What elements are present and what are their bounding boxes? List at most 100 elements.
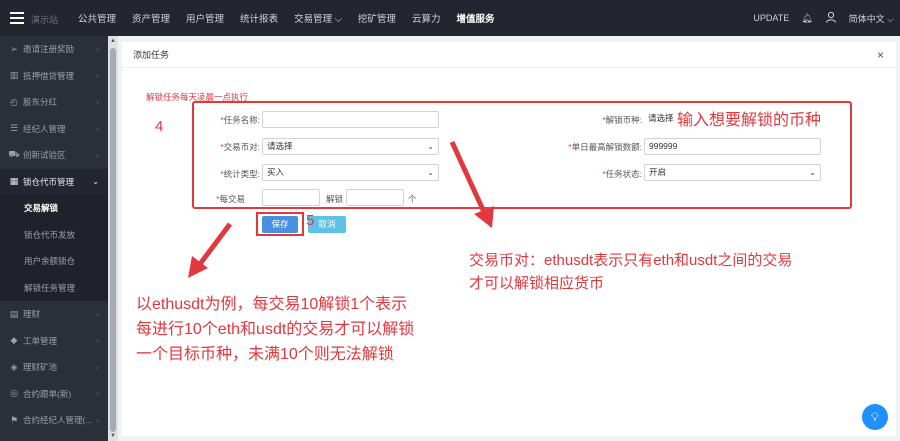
chevron-down-icon: ⌵: [334, 14, 342, 25]
sidebar-item-invite[interactable]: ➢ 邀请注册奖励 ›: [0, 36, 108, 63]
sidebar-item-label: 合约跟单(新): [23, 388, 72, 399]
chevron-right-icon: ›: [96, 97, 99, 107]
chevron-right-icon: ›: [96, 309, 99, 319]
sidebar-item-label: 邀请注册奖励: [23, 44, 75, 55]
clock-icon: ◴: [10, 96, 18, 107]
sidebar-item-label: 理财: [23, 309, 41, 320]
chevron-down-icon: ⌄: [427, 142, 434, 151]
sidebar-scrollbar[interactable]: ▲ ▼: [108, 36, 118, 441]
stat-type-label-text: 统计类型:: [223, 169, 260, 179]
nav-cloud[interactable]: 云算力: [404, 11, 449, 25]
stat-type-select[interactable]: 买入 ⌄: [262, 164, 439, 181]
sidebar-item-contract-broker[interactable]: ⚑ 合约经纪人管理(... ›: [0, 407, 108, 434]
language-select[interactable]: 简体中文 ⌵: [849, 12, 894, 25]
diamond-icon: ◆: [10, 335, 18, 346]
per-trade-input[interactable]: [262, 189, 320, 206]
chevron-right-icon: ›: [96, 150, 99, 160]
chart-icon: ▥: [9, 70, 19, 81]
chevron-right-icon: ›: [96, 71, 99, 81]
nav-right: UPDATE 🔔︎ 简体中文 ⌵: [753, 0, 894, 36]
task-name-label-text: 任务名称:: [223, 115, 260, 125]
status-select[interactable]: 开启 ⌄: [644, 164, 821, 181]
nav-assets[interactable]: 资产管理: [124, 11, 178, 25]
broker-icon: ⚑: [9, 414, 19, 425]
sidebar-item-label: 抵押借贷管理: [23, 70, 75, 81]
sidebar-item-dividend[interactable]: ◴ 股东分红 ›: [0, 89, 108, 116]
nav-mining[interactable]: 挖矿管理: [350, 11, 404, 25]
panel-header: 添加任务 ×: [122, 42, 896, 68]
annotation-step-5: 5: [306, 212, 315, 229]
daily-max-label-text: 单日最高解锁数额:: [571, 142, 642, 152]
sidebar-sub-token-issue[interactable]: 锁仓代币发放: [0, 221, 108, 248]
doc-icon: ▤: [9, 308, 19, 319]
arrow-to-example: [188, 222, 232, 278]
sidebar-item-tickets[interactable]: ◆ 工单管理 ›: [0, 328, 108, 355]
menu-icon[interactable]: [10, 12, 24, 24]
chevron-right-icon: ›: [96, 124, 99, 134]
scroll-thumb[interactable]: [110, 48, 116, 432]
task-name-label: *任务名称:: [190, 114, 260, 126]
sidebar-item-lock-token[interactable]: ▦ 锁仓代币管理 ⌄: [0, 168, 108, 195]
sidebar-item-label: 工单管理: [23, 335, 58, 346]
nav-value-added[interactable]: 增值服务: [448, 11, 502, 25]
status-label-text: 任务状态:: [605, 169, 642, 179]
pair-select[interactable]: 请选择 ⌄: [262, 138, 439, 155]
status-value: 开启: [649, 167, 667, 177]
chevron-right-icon: ›: [96, 415, 99, 425]
tag-icon: ◈: [10, 361, 18, 372]
sidebar-item-pool[interactable]: ◈ 理财矿池 ›: [0, 354, 108, 381]
nav-trade[interactable]: 交易管理 ⌵: [286, 11, 350, 25]
annotation-pair-line-1: 交易币对：ethusdt表示只有eth和usdt之间的交易: [469, 252, 793, 269]
sidebar-sub-trade-unlock[interactable]: 交易解锁: [0, 195, 108, 222]
chevron-down-icon: ⌄: [809, 168, 816, 177]
annotation-example-line-1: 以ethusdt为例，每交易10解锁1个表示: [136, 296, 408, 313]
chevron-down-icon: ⌄: [427, 168, 434, 177]
chevron-right-icon: ›: [96, 44, 99, 54]
table-icon: ▦: [9, 176, 19, 187]
sidebar-item-innovation[interactable]: ⛟ 创新试验区 ›: [0, 142, 108, 169]
update-link[interactable]: UPDATE: [753, 13, 789, 23]
unlock-label: 解锁: [326, 194, 344, 204]
nav-reports[interactable]: 统计报表: [232, 11, 286, 25]
nav-public[interactable]: 公共管理: [70, 11, 124, 25]
lightbulb-icon[interactable]: 💡︎: [862, 404, 888, 430]
daily-max-input[interactable]: 999999: [644, 138, 821, 155]
daily-max-label: *单日最高解锁数额:: [548, 141, 642, 153]
scroll-up-icon[interactable]: ▲: [110, 38, 116, 44]
nav-trade-label: 交易管理: [294, 14, 333, 25]
nav-users[interactable]: 用户管理: [178, 11, 232, 25]
task-name-input[interactable]: [262, 111, 439, 128]
user-icon[interactable]: [825, 11, 837, 25]
sidebar-item-loan[interactable]: ▥ 抵押借贷管理 ›: [0, 63, 108, 90]
sidebar-item-finance[interactable]: ▤ 理财 ›: [0, 301, 108, 328]
sidebar-item-label: 合约经纪人管理(...: [23, 415, 93, 426]
send-icon: ➢: [10, 43, 18, 54]
sidebar-item-copy-trade[interactable]: ◎ 合约跟单(新) ›: [0, 381, 108, 408]
annotation-pair-line-2: 才可以解锁相应货币: [469, 275, 605, 292]
annotation-example-line-3: 一个目标币种，未满10个则无法解锁: [136, 346, 394, 363]
main-nav: 公共管理 资产管理 用户管理 统计报表 交易管理 ⌵ 挖矿管理 云算力 增值服务: [70, 0, 502, 36]
annotation-step-4: 4: [155, 118, 164, 135]
close-icon[interactable]: ×: [877, 48, 884, 62]
scroll-down-icon[interactable]: ▼: [110, 433, 116, 439]
bell-icon[interactable]: 🔔︎: [801, 13, 812, 24]
pair-label-text: 交易币对:: [223, 142, 260, 152]
unlock-amount-input[interactable]: [346, 189, 404, 206]
sidebar-sub-unlock-tasks[interactable]: 解锁任务管理: [0, 274, 108, 301]
stat-type-value: 买入: [267, 167, 285, 177]
logo-text: 演示站: [31, 15, 59, 25]
add-task-panel: 添加任务 × 解锁任务每天凌晨一点执行 4 *任务名称: *解锁币种: 请选择 …: [122, 42, 896, 436]
sidebar-item-label: 锁仓代币管理: [23, 176, 75, 187]
save-button[interactable]: 保存: [262, 216, 298, 233]
unlock-coin-label-text: 解锁币种:: [605, 115, 642, 125]
status-label: *任务状态:: [568, 168, 642, 180]
sidebar-item-broker[interactable]: ☰ 经纪人管理 ›: [0, 116, 108, 143]
stat-type-label: *统计类型:: [190, 168, 260, 180]
annotation-example: 以ethusdt为例，每交易10解锁1个表示 每进行10个eth和usdt的交易…: [136, 292, 414, 367]
annotation-coin-note: 输入想要解锁的币种: [677, 112, 822, 129]
unlock-coin-input[interactable]: 请选择: [644, 111, 674, 128]
list-icon: ☰: [9, 123, 19, 134]
panel-title: 添加任务: [133, 50, 170, 60]
sidebar-sub-balance-lock[interactable]: 用户余额锁仓: [0, 248, 108, 275]
per-trade-label: *每交易: [190, 193, 245, 205]
